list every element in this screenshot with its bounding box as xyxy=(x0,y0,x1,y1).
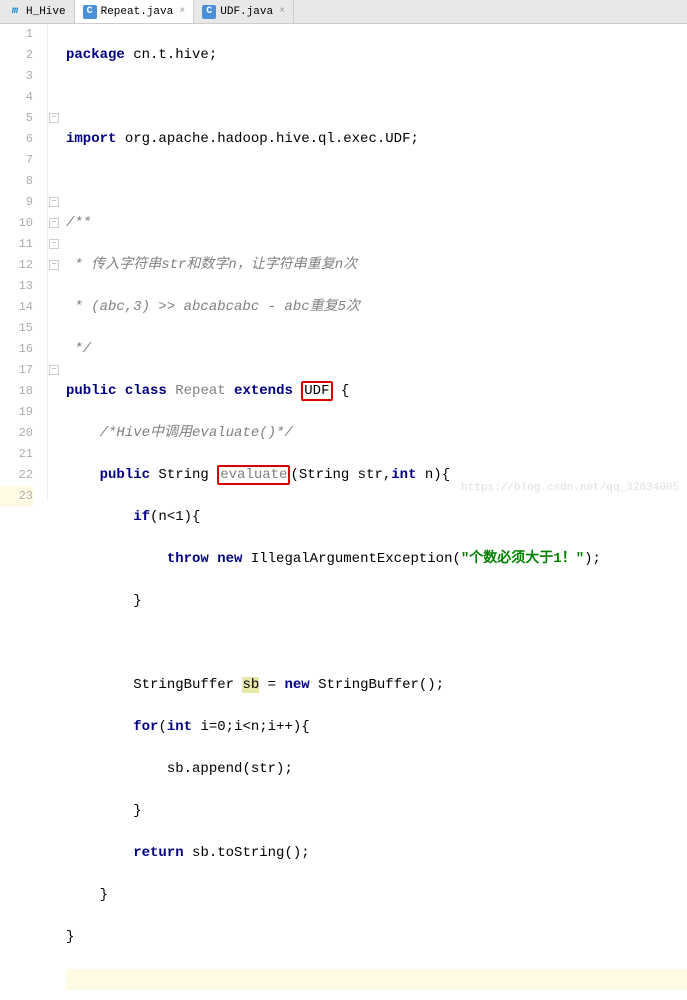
highlighted-evaluate: evaluate xyxy=(217,465,290,485)
fold-toggle-icon[interactable]: − xyxy=(49,218,59,228)
code-line: /** xyxy=(66,213,687,234)
line-number: 20 xyxy=(0,423,33,444)
line-number: 23 xyxy=(0,486,33,507)
tab-label: Repeat.java xyxy=(101,6,174,18)
code-line: } xyxy=(66,927,687,948)
code-line xyxy=(66,633,687,654)
editor-tabs: m H_Hive C Repeat.java × C UDF.java × xyxy=(0,0,687,24)
code-line: StringBuffer sb = new StringBuffer(); xyxy=(66,675,687,696)
code-line: import org.apache.hadoop.hive.ql.exec.UD… xyxy=(66,129,687,150)
line-number: 2 xyxy=(0,45,33,66)
code-area[interactable]: package cn.t.hive; import org.apache.had… xyxy=(62,24,687,500)
code-line: } xyxy=(66,885,687,906)
line-number: 11 xyxy=(0,234,33,255)
watermark: https://blog.csdn.net/qq_32834005 xyxy=(461,482,679,494)
line-number: 22 xyxy=(0,465,33,486)
line-number: 1 xyxy=(0,24,33,45)
tab-repeat[interactable]: C Repeat.java × xyxy=(75,0,195,23)
line-number: 16 xyxy=(0,339,33,360)
line-number: 14 xyxy=(0,297,33,318)
code-line xyxy=(66,171,687,192)
tab-label: H_Hive xyxy=(26,6,66,18)
highlighted-udf: UDF xyxy=(301,381,332,401)
class-icon: C xyxy=(83,5,97,19)
fold-toggle-icon[interactable]: − xyxy=(49,197,59,207)
editor-area: 1 2 3 4 5 6 7 8 9 10 11 12 13 14 15 16 1… xyxy=(0,24,687,500)
code-line: throw new IllegalArgumentException("个数必须… xyxy=(66,549,687,570)
line-number: 3 xyxy=(0,66,33,87)
code-line: public class Repeat extends UDF { xyxy=(66,381,687,402)
line-number: 19 xyxy=(0,402,33,423)
line-number: 7 xyxy=(0,150,33,171)
code-line: for(int i=0;i<n;i++){ xyxy=(66,717,687,738)
line-number: 13 xyxy=(0,276,33,297)
close-icon[interactable]: × xyxy=(179,6,185,17)
module-icon: m xyxy=(8,5,22,19)
code-line: * (abc,3) >> abcabcabc - abc重复5次 xyxy=(66,297,687,318)
code-line: /*Hive中调用evaluate()*/ xyxy=(66,423,687,444)
code-line: if(n<1){ xyxy=(66,507,687,528)
line-gutter: 1 2 3 4 5 6 7 8 9 10 11 12 13 14 15 16 1… xyxy=(0,24,48,500)
line-number: 18 xyxy=(0,381,33,402)
tab-udf[interactable]: C UDF.java × xyxy=(194,0,294,23)
fold-toggle-icon[interactable]: − xyxy=(49,239,59,249)
code-line: return sb.toString(); xyxy=(66,843,687,864)
line-number: 21 xyxy=(0,444,33,465)
line-number: 10 xyxy=(0,213,33,234)
class-icon: C xyxy=(202,5,216,19)
code-line: } xyxy=(66,591,687,612)
code-line: package cn.t.hive; xyxy=(66,45,687,66)
code-line xyxy=(66,87,687,108)
tab-label: UDF.java xyxy=(220,6,273,18)
code-line: sb.append(str); xyxy=(66,759,687,780)
fold-toggle-icon[interactable]: − xyxy=(49,113,59,123)
code-line xyxy=(66,969,687,990)
tab-hhive[interactable]: m H_Hive xyxy=(0,0,75,23)
close-icon[interactable]: × xyxy=(279,6,285,17)
code-line: */ xyxy=(66,339,687,360)
line-number: 4 xyxy=(0,87,33,108)
line-number: 15 xyxy=(0,318,33,339)
line-number: 17 xyxy=(0,360,33,381)
code-line: * 传入字符串str和数字n，让字符串重复n次 xyxy=(66,255,687,276)
fold-column: − − − − − − xyxy=(48,24,62,500)
line-number: 9 xyxy=(0,192,33,213)
fold-toggle-icon[interactable]: − xyxy=(49,365,59,375)
line-number: 6 xyxy=(0,129,33,150)
line-number: 12 xyxy=(0,255,33,276)
line-number: 8 xyxy=(0,171,33,192)
code-line: } xyxy=(66,801,687,822)
fold-toggle-icon[interactable]: − xyxy=(49,260,59,270)
line-number: 5 xyxy=(0,108,33,129)
